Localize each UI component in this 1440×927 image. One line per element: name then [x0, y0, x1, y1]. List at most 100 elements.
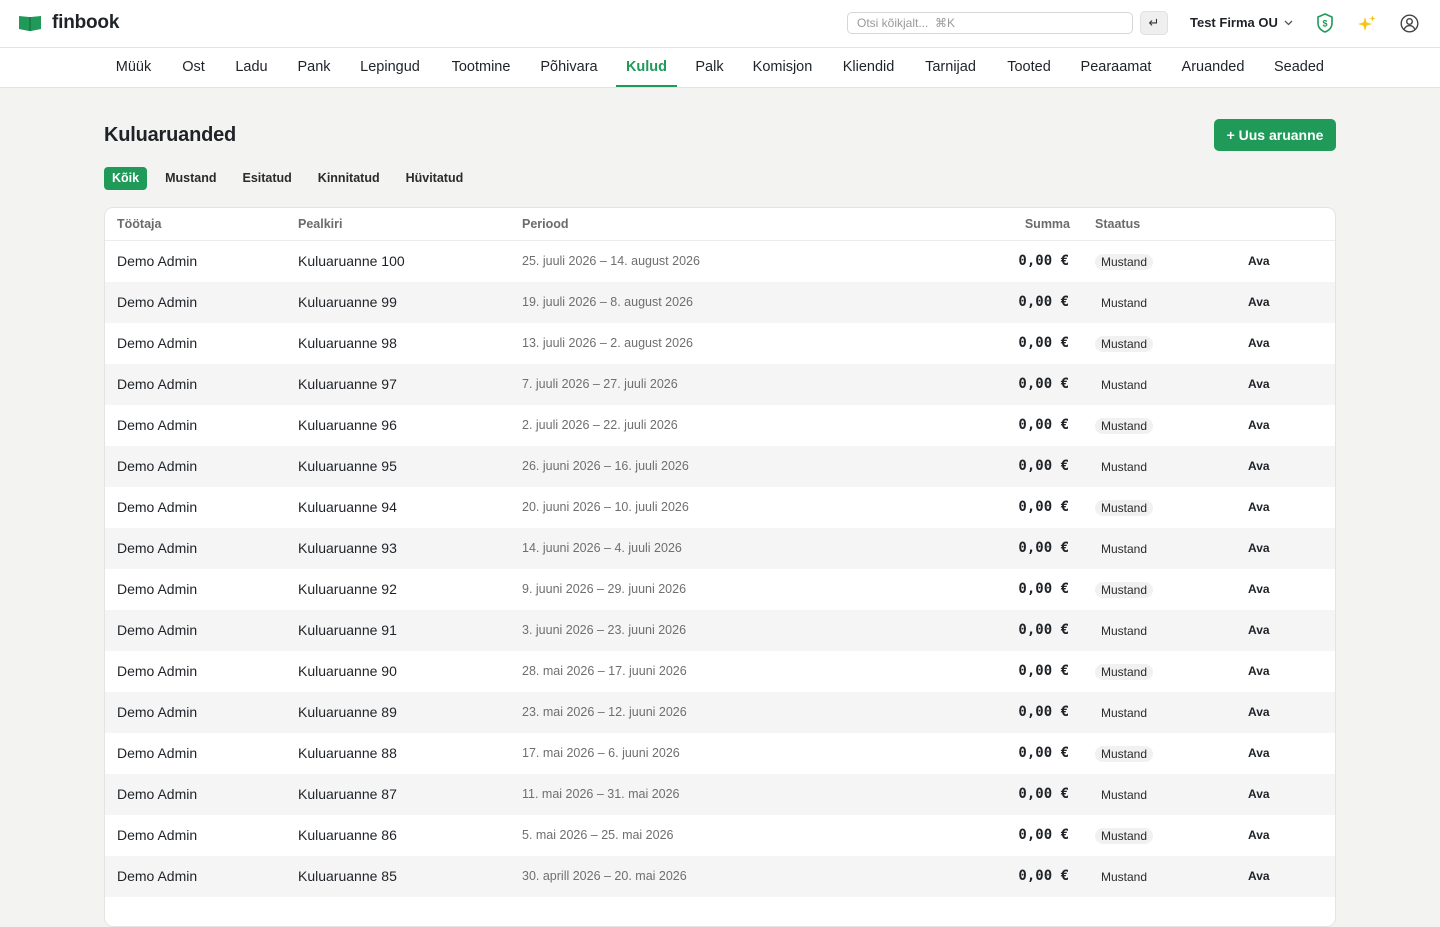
new-report-button[interactable]: + Uus aruanne [1214, 119, 1336, 151]
open-link[interactable]: Ava [1248, 282, 1270, 323]
table-row[interactable]: Demo Admin Kuluaruanne 96 2. juuli 2026 – … [105, 405, 1335, 446]
open-link[interactable]: Ava [1248, 323, 1270, 364]
table-row[interactable]: Demo Admin Kuluaruanne 88 17. mai 2026 – 6… [105, 733, 1335, 774]
table-row[interactable]: Demo Admin Kuluaruanne 86 5. mai 2026 – 25… [105, 815, 1335, 856]
cell-employee: Demo Admin [117, 581, 198, 597]
nav-item-kliendid[interactable]: Kliendid [832, 48, 905, 87]
filter-approved[interactable]: Kinnitatud [305, 167, 393, 190]
open-link[interactable]: Ava [1248, 692, 1270, 733]
nav-item-palk[interactable]: Palk [685, 48, 734, 87]
nav-item-tarnijad[interactable]: Tarnijad [913, 48, 988, 87]
filter-draft[interactable]: Mustand [152, 167, 229, 190]
col-title[interactable]: Pealkiri [298, 217, 342, 231]
table-row[interactable]: Demo Admin Kuluaruanne 97 7. juuli 2026 – … [105, 364, 1335, 405]
user-circle-icon[interactable] [1398, 12, 1420, 34]
cell-period: 26. juuni 2026 – 16. juuli 2026 [522, 459, 689, 473]
cell-title: Kuluaruanne 86 [298, 827, 397, 843]
cell-employee: Demo Admin [117, 704, 198, 720]
status-badge: Mustand [1095, 458, 1154, 475]
sparkle-icon[interactable] [1356, 13, 1378, 35]
enter-button[interactable]: ↵ [1140, 11, 1168, 35]
nav-item-pohivara[interactable]: Põhivara [530, 48, 608, 87]
nav-item-kulud[interactable]: Kulud [616, 48, 677, 87]
open-link[interactable]: Ava [1248, 569, 1270, 610]
filter-submitted[interactable]: Esitatud [229, 167, 304, 190]
cell-period: 23. mai 2026 – 12. juuni 2026 [522, 705, 687, 719]
cell-status: Mustand [1095, 241, 1154, 282]
status-badge: Mustand [1095, 253, 1154, 270]
nav-item-seaded[interactable]: Seaded [1264, 48, 1334, 87]
table-row[interactable]: Demo Admin Kuluaruanne 94 20. juuni 2026 –… [105, 487, 1335, 528]
nav-item-lepingud[interactable]: Lepingud [349, 48, 431, 87]
open-link[interactable]: Ava [1248, 487, 1270, 528]
brand-logo[interactable]: finbook [18, 12, 119, 34]
table-row[interactable]: Demo Admin Kuluaruanne 99 19. juuli 2026 –… [105, 282, 1335, 323]
cell-status: Mustand [1095, 733, 1154, 774]
col-employee[interactable]: Töötaja [117, 217, 161, 231]
open-link[interactable]: Ava [1248, 610, 1270, 651]
open-link[interactable]: Ava [1248, 856, 1270, 897]
table-row[interactable]: Demo Admin Kuluaruanne 100 25. juuli 2026 … [105, 241, 1335, 282]
col-sum[interactable]: Summa [1025, 217, 1070, 231]
table-row[interactable]: Demo Admin Kuluaruanne 87 11. mai 2026 – 3… [105, 774, 1335, 815]
status-badge: Mustand [1095, 581, 1154, 598]
nav-item-tooted[interactable]: Tooted [996, 48, 1062, 87]
cell-sum: 0,00 € [1018, 253, 1069, 269]
table-row[interactable]: Demo Admin Kuluaruanne 98 13. juuli 2026 –… [105, 323, 1335, 364]
cell-employee: Demo Admin [117, 499, 198, 515]
status-badge: Mustand [1095, 376, 1154, 393]
cell-sum: 0,00 € [1018, 417, 1069, 433]
cell-period: 17. mai 2026 – 6. juuni 2026 [522, 746, 680, 760]
nav-item-pearaamat[interactable]: Pearaamat [1070, 48, 1162, 87]
table-row[interactable]: Demo Admin Kuluaruanne 95 26. juuni 2026 –… [105, 446, 1335, 487]
svg-text:$: $ [1322, 19, 1327, 29]
filter-all[interactable]: Kõik [104, 167, 148, 190]
cell-title: Kuluaruanne 93 [298, 540, 397, 556]
global-search[interactable] [847, 12, 1133, 34]
cell-status: Mustand [1095, 692, 1154, 733]
col-status[interactable]: Staatus [1095, 217, 1140, 231]
status-badge: Mustand [1095, 622, 1154, 639]
open-link[interactable]: Ava [1248, 815, 1270, 856]
nav-item-komisjon[interactable]: Komisjon [741, 48, 824, 87]
open-link[interactable]: Ava [1248, 651, 1270, 692]
nav-item-aruanded[interactable]: Aruanded [1170, 48, 1256, 87]
open-link[interactable]: Ava [1248, 733, 1270, 774]
search-input[interactable] [857, 16, 1123, 30]
table-row[interactable]: Demo Admin Kuluaruanne 85 30. aprill 2026 … [105, 856, 1335, 897]
status-badge: Mustand [1095, 540, 1154, 557]
cell-employee: Demo Admin [117, 253, 198, 269]
table-row[interactable]: Demo Admin Kuluaruanne 92 9. juuni 2026 – … [105, 569, 1335, 610]
open-link[interactable]: Ava [1248, 405, 1270, 446]
cell-status: Mustand [1095, 364, 1154, 405]
table-row[interactable]: Demo Admin Kuluaruanne 93 14. juuni 2026 –… [105, 528, 1335, 569]
cell-period: 9. juuni 2026 – 29. juuni 2026 [522, 582, 687, 596]
cell-sum: 0,00 € [1018, 581, 1069, 597]
status-badge: Mustand [1095, 868, 1154, 885]
open-link[interactable]: Ava [1248, 774, 1270, 815]
filter-reimbursed[interactable]: Hüvitatud [393, 167, 477, 190]
open-link[interactable]: Ava [1248, 241, 1270, 282]
table-row[interactable]: Demo Admin Kuluaruanne 89 23. mai 2026 – 1… [105, 692, 1335, 733]
cell-employee: Demo Admin [117, 376, 198, 392]
cell-title: Kuluaruanne 85 [298, 868, 397, 884]
cell-period: 3. juuni 2026 – 23. juuni 2026 [522, 623, 687, 637]
shield-icon[interactable]: $ [1314, 12, 1336, 34]
cell-status: Mustand [1095, 610, 1154, 651]
cell-title: Kuluaruanne 98 [298, 335, 397, 351]
open-link[interactable]: Ava [1248, 364, 1270, 405]
cell-status: Mustand [1095, 282, 1154, 323]
open-link[interactable]: Ava [1248, 528, 1270, 569]
cell-sum: 0,00 € [1018, 294, 1069, 310]
status-badge: Mustand [1095, 704, 1154, 721]
nav-item-ost[interactable]: Ost [170, 48, 217, 87]
nav-item-myyk[interactable]: Müük [104, 48, 163, 87]
company-switcher[interactable]: Test Firma OU [1190, 15, 1293, 30]
nav-item-pank[interactable]: Pank [287, 48, 341, 87]
table-row[interactable]: Demo Admin Kuluaruanne 90 28. mai 2026 – 1… [105, 651, 1335, 692]
table-row[interactable]: Demo Admin Kuluaruanne 91 3. juuni 2026 – … [105, 610, 1335, 651]
open-link[interactable]: Ava [1248, 446, 1270, 487]
col-period[interactable]: Periood [522, 217, 569, 231]
nav-item-ladu[interactable]: Ladu [224, 48, 279, 87]
nav-item-tootmine[interactable]: Tootmine [439, 48, 523, 87]
